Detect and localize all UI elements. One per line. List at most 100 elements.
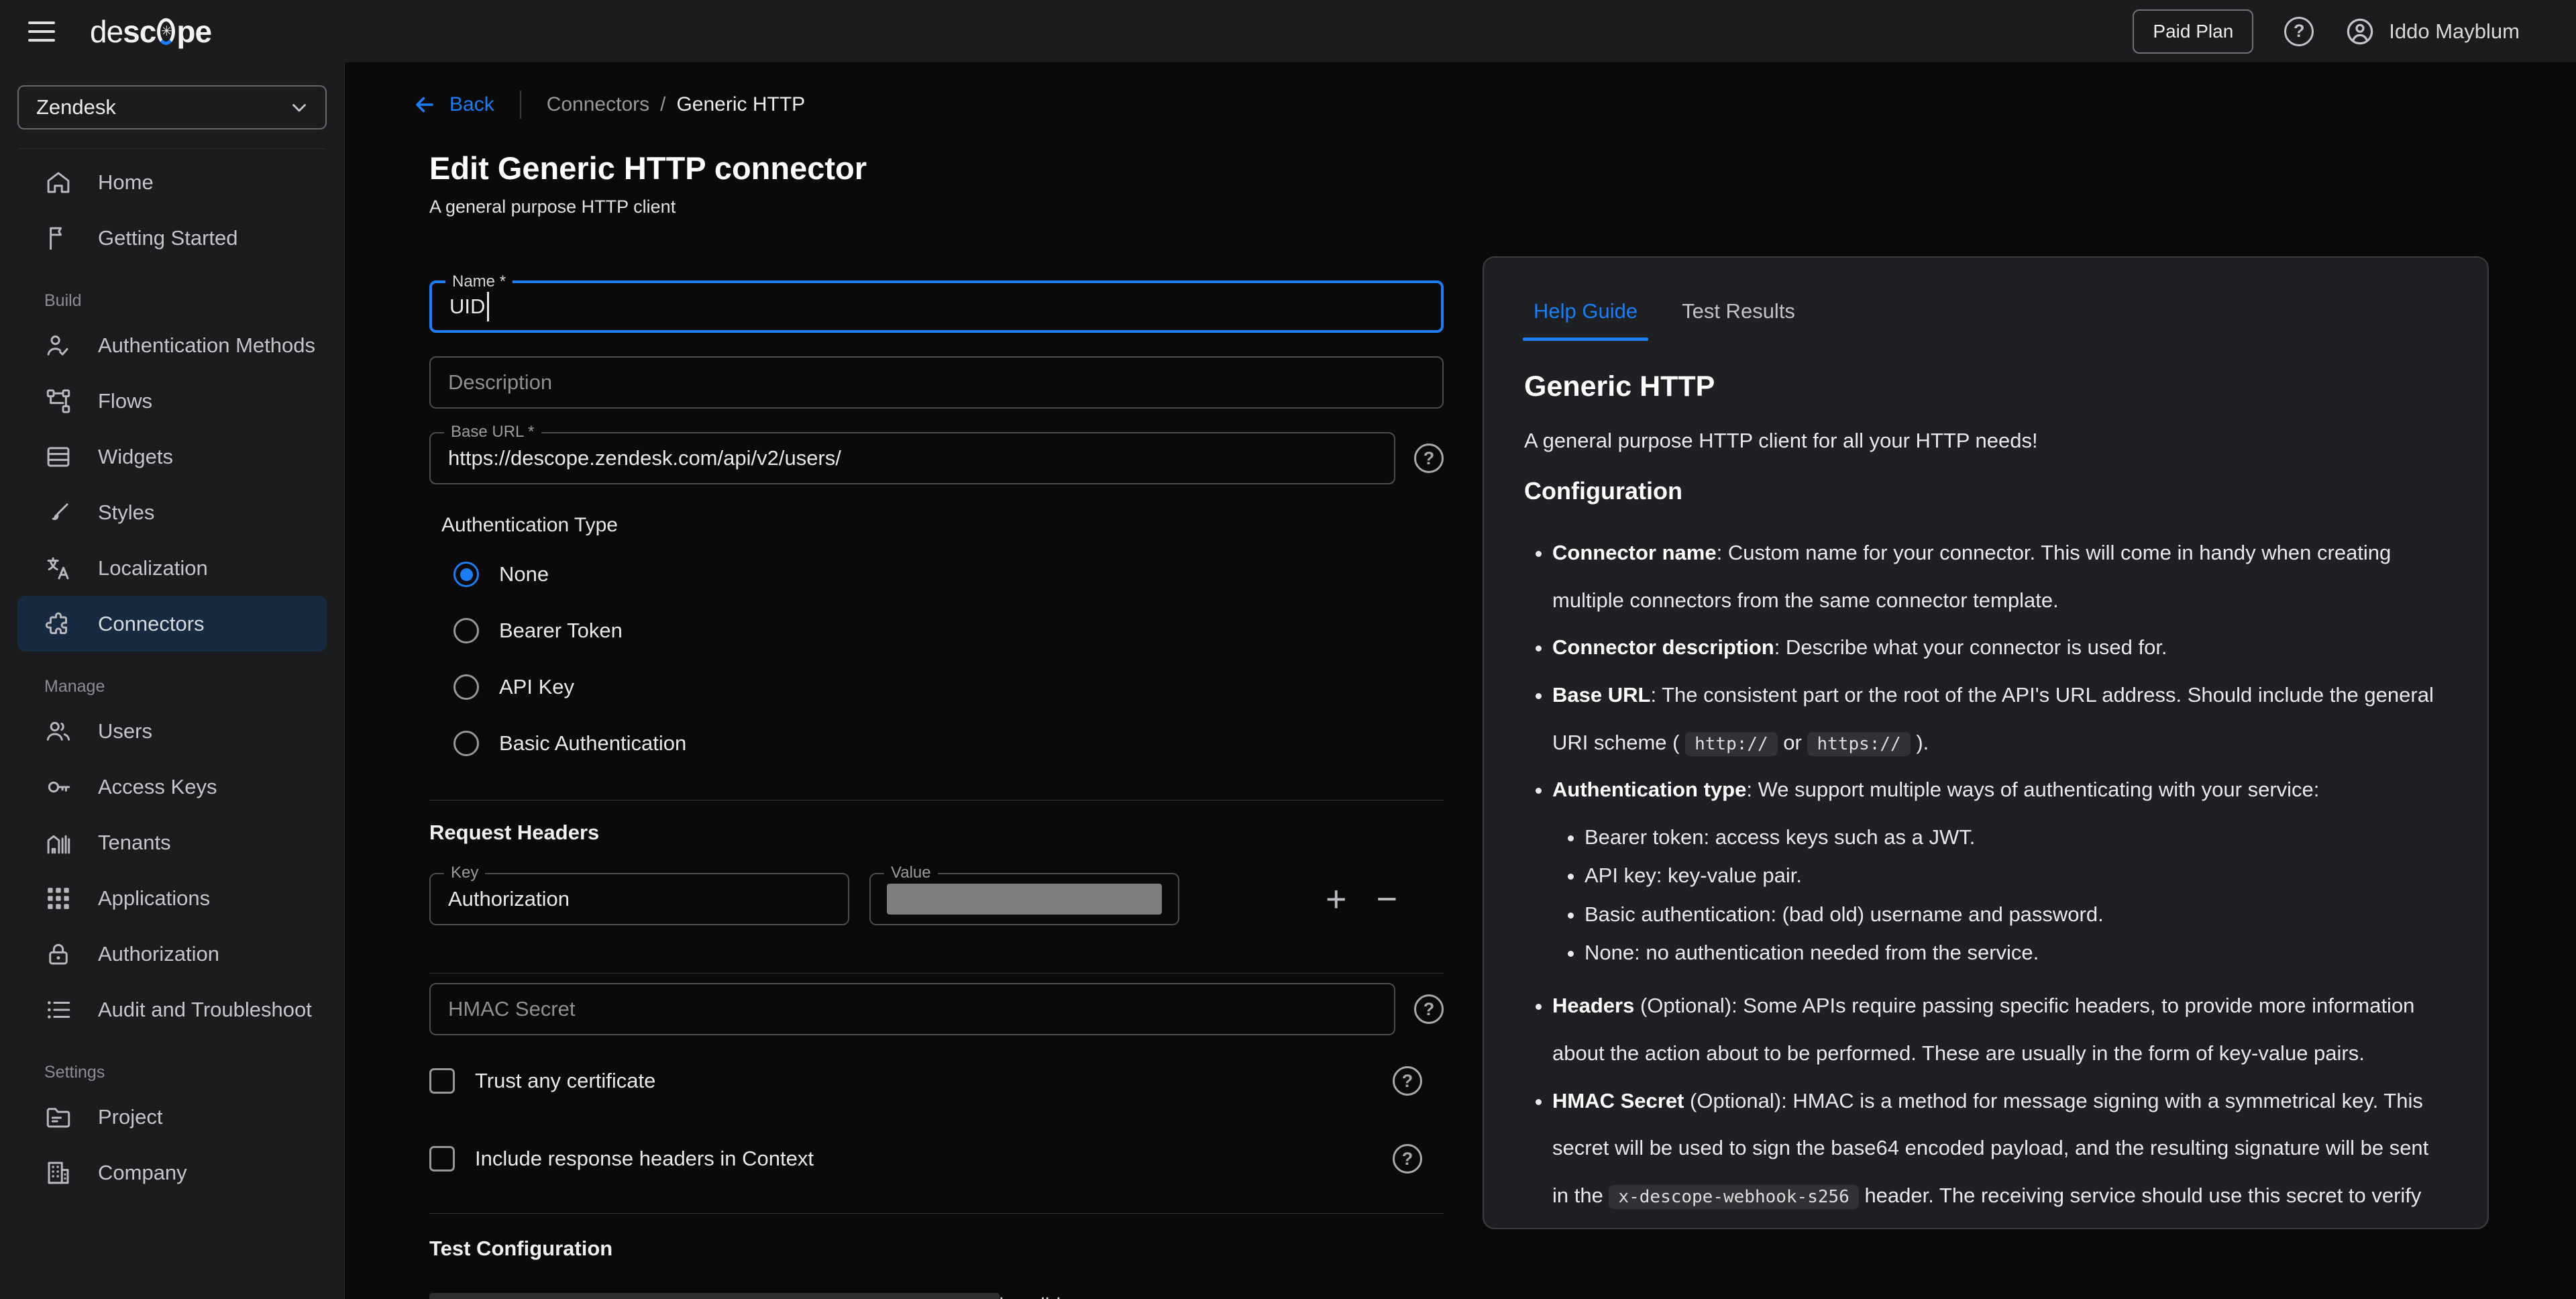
checkbox-include-response-headers-in-context[interactable]: Include response headers in Context xyxy=(429,1146,814,1172)
auth-option-none[interactable]: None xyxy=(453,546,1444,603)
user-menu[interactable]: Iddo Mayblum xyxy=(2345,16,2520,47)
checkbox-unchecked-icon xyxy=(429,1068,455,1094)
help-section-heading: Configuration xyxy=(1524,477,2446,505)
chevron-down-icon xyxy=(288,96,311,119)
remove-header-button[interactable] xyxy=(1377,881,1398,917)
name-field[interactable]: Name * UID xyxy=(429,280,1444,333)
sidebar-item-audit-and-troubleshoot[interactable]: Audit and Troubleshoot xyxy=(17,982,327,1037)
sidebar-item-home[interactable]: Home xyxy=(17,154,327,210)
sidebar-item-label: Localization xyxy=(98,556,208,580)
avatar-icon xyxy=(2345,16,2375,47)
base-url-help-icon[interactable] xyxy=(1414,444,1444,473)
sidebar-item-flows[interactable]: Flows xyxy=(17,373,327,429)
sidebar-item-label: Authorization xyxy=(98,942,219,966)
code-chip: https:// xyxy=(1807,732,1910,756)
checkbox-help-icon[interactable] xyxy=(1393,1066,1422,1096)
nav-section-settings: Settings xyxy=(44,1063,327,1082)
auth-option-label: None xyxy=(499,562,549,586)
sidebar-item-applications[interactable]: Applications xyxy=(17,870,327,926)
hmac-help-icon[interactable] xyxy=(1414,994,1444,1024)
person-check-icon xyxy=(44,331,72,360)
sidebar-item-access-keys[interactable]: Access Keys xyxy=(17,759,327,815)
radio-unchecked-icon xyxy=(453,618,479,643)
people-icon xyxy=(44,717,72,745)
sidebar-item-label: Access Keys xyxy=(98,775,217,799)
hmac-secret-field[interactable]: HMAC Secret xyxy=(429,983,1395,1035)
help-question-icon[interactable] xyxy=(2284,17,2314,46)
folder-icon xyxy=(44,1103,72,1131)
nav-section-manage: Manage xyxy=(44,677,327,696)
help-sub-bullet: None: no authentication needed from the … xyxy=(1585,933,2446,972)
sidebar-item-authorization[interactable]: Authorization xyxy=(17,926,327,982)
tab-help-guide[interactable]: Help Guide xyxy=(1534,299,1638,341)
sidebar-item-project[interactable]: Project xyxy=(17,1089,327,1145)
sidebar-item-localization[interactable]: Localization xyxy=(17,540,327,596)
topbar-left: descpe xyxy=(28,13,211,50)
project-selector[interactable]: Zendesk xyxy=(17,85,327,129)
sidebar-item-getting-started[interactable]: Getting Started xyxy=(17,210,327,266)
nav-section-build: Build xyxy=(44,291,327,311)
checkbox-help-icon[interactable] xyxy=(1393,1144,1422,1174)
base-url-row: Base URL * https://descope.zendesk.com/a… xyxy=(429,432,1444,484)
sidebar-divider xyxy=(19,148,325,149)
name-field-value: UID xyxy=(449,295,485,319)
sidebar-item-label: Tenants xyxy=(98,831,171,855)
description-field[interactable]: Description xyxy=(429,356,1444,409)
code-chip: http:// xyxy=(1685,732,1778,756)
rows-icon xyxy=(44,443,72,471)
sidebar-item-company[interactable]: Company xyxy=(17,1145,327,1200)
help-panel-tabs: Help Guide Test Results xyxy=(1484,258,2487,341)
sidebar-item-label: Connectors xyxy=(98,612,205,636)
list-icon xyxy=(44,996,72,1024)
grid-icon xyxy=(44,884,72,913)
sidebar-item-label: Audit and Troubleshoot xyxy=(98,998,312,1022)
horizontal-scrollbar[interactable] xyxy=(429,1293,1000,1299)
auth-type-label: Authentication Type xyxy=(441,514,1444,537)
help-bullet: HMAC Secret (Optional): HMAC is a method… xyxy=(1552,1078,2446,1220)
page-subtitle: A general purpose HTTP client xyxy=(429,197,676,217)
header-key-value: Authorization xyxy=(448,887,570,911)
sidebar-item-label: Users xyxy=(98,719,152,743)
add-header-button[interactable] xyxy=(1326,881,1347,917)
paid-plan-button[interactable]: Paid Plan xyxy=(2133,9,2253,54)
checkbox-row-include-response-headers-in-context: Include response headers in Context xyxy=(429,1144,1422,1174)
base-url-field-value: https://descope.zendesk.com/api/v2/users… xyxy=(448,446,841,470)
sidebar-item-widgets[interactable]: Widgets xyxy=(17,429,327,484)
translate-icon xyxy=(44,554,72,582)
sidebar-item-label: Authentication Methods xyxy=(98,333,315,358)
auth-option-api-key[interactable]: API Key xyxy=(453,659,1444,715)
header-key-label: Key xyxy=(444,864,485,883)
hmac-secret-placeholder: HMAC Secret xyxy=(448,997,575,1021)
sidebar-item-users[interactable]: Users xyxy=(17,703,327,759)
header-key-field[interactable]: Key Authorization xyxy=(429,873,849,925)
help-bullet: Headers (Optional): Some APIs require pa… xyxy=(1552,982,2446,1077)
name-field-label: Name * xyxy=(445,272,513,292)
sidebar-nav: HomeGetting Started Build Authentication M… xyxy=(17,154,327,1200)
checkbox-trust-any-certificate[interactable]: Trust any certificate xyxy=(429,1068,655,1094)
header-value-field[interactable]: Value xyxy=(869,873,1179,925)
sidebar-item-label: Applications xyxy=(98,886,210,911)
sidebar-item-label: Styles xyxy=(98,501,154,525)
sidebar-item-authentication-methods[interactable]: Authentication Methods xyxy=(17,317,327,373)
lock-icon xyxy=(44,940,72,968)
help-sub-list: Bearer token: access keys such as a JWT.… xyxy=(1552,818,2446,972)
divider xyxy=(429,1213,1444,1214)
back-button[interactable]: Back xyxy=(412,92,494,117)
breadcrumb-parent[interactable]: Connectors xyxy=(547,93,649,116)
hamburger-menu-icon[interactable] xyxy=(28,21,55,42)
sidebar-item-styles[interactable]: Styles xyxy=(17,484,327,540)
home-icon xyxy=(44,168,72,197)
auth-option-bearer-token[interactable]: Bearer Token xyxy=(453,603,1444,659)
back-arrow-icon xyxy=(412,92,437,117)
help-title: Generic HTTP xyxy=(1524,370,2446,403)
base-url-field[interactable]: Base URL * https://descope.zendesk.com/a… xyxy=(429,432,1395,484)
tab-test-results[interactable]: Test Results xyxy=(1682,299,1795,341)
help-sub-bullet: API key: key-value pair. xyxy=(1585,856,2446,894)
user-name: Iddo Mayblum xyxy=(2389,19,2520,44)
help-bullet: Base URL: The consistent part or the roo… xyxy=(1552,672,2446,766)
sidebar-item-connectors[interactable]: Connectors xyxy=(17,596,327,652)
checkbox-label: Include response headers in Context xyxy=(475,1147,814,1171)
auth-option-basic-authentication[interactable]: Basic Authentication xyxy=(453,715,1444,772)
sidebar-item-tenants[interactable]: Tenants xyxy=(17,815,327,870)
auth-option-label: API Key xyxy=(499,675,574,699)
